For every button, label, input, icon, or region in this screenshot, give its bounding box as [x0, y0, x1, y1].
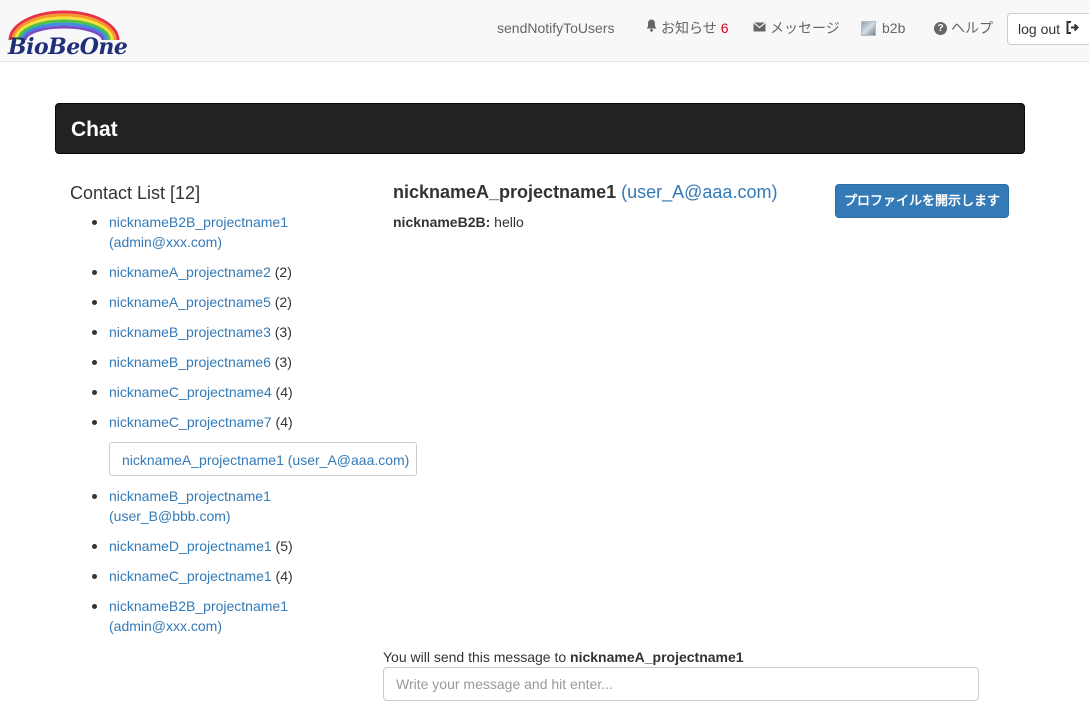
- message-input[interactable]: [383, 667, 979, 701]
- notices-count-badge: 6: [720, 20, 729, 36]
- contact-name: nicknameB2B_projectname1: [109, 598, 288, 614]
- unread-count: (3): [274, 354, 292, 370]
- contact-link[interactable]: nicknameB2B_projectname1 (admin@xxx.com): [109, 214, 288, 250]
- nav-send-notify-label: sendNotifyToUsers: [497, 20, 615, 36]
- send-target-note: You will send this message to nicknameA_…: [383, 649, 744, 665]
- contact-item: nicknameD_projectname1 (5): [91, 536, 421, 556]
- nav-user[interactable]: b2b: [861, 0, 905, 56]
- contact-item: nicknameA_projectname2 (2): [91, 262, 421, 282]
- chat-panel-header: Chat: [55, 103, 1025, 154]
- active-contact-label: nicknameA_projectname1 (user_A@aaa.com): [122, 452, 410, 468]
- contact-item: nicknameB_projectname1 (user_B@bbb.com): [91, 486, 421, 526]
- contact-email: (admin@xxx.com): [109, 234, 223, 250]
- unread-count: (3): [274, 324, 292, 340]
- contact-name: nicknameB2B_projectname1: [109, 214, 288, 230]
- contact-item: nicknameB2B_projectname1 (admin@xxx.com): [91, 212, 421, 252]
- nav-help-label: ヘルプ: [951, 20, 993, 36]
- recipient-name: nicknameA_projectname1: [393, 182, 617, 202]
- logo-text: BioBeOne: [8, 34, 128, 60]
- unread-count: (4): [275, 568, 293, 584]
- contact-link[interactable]: nicknameA_projectname2: [109, 264, 271, 280]
- contact-link[interactable]: nicknameB_projectname1 (user_B@bbb.com): [109, 488, 271, 524]
- contact-link[interactable]: nicknameB2B_projectname1 (admin@xxx.com): [109, 598, 288, 634]
- question-circle-icon: ?: [934, 21, 947, 35]
- contact-link[interactable]: nicknameD_projectname1: [109, 538, 272, 554]
- unread-count: (4): [275, 384, 293, 400]
- contact-item: nicknameC_projectname7 (4): [91, 412, 421, 432]
- contact-item: nicknameB2B_projectname1 (admin@xxx.com): [91, 596, 421, 636]
- chat-recipient-heading: nicknameA_projectname1 (user_A@aaa.com): [393, 182, 777, 203]
- brand-logo[interactable]: BioBeOne: [6, 10, 128, 62]
- chat-message: nicknameB2B: hello: [393, 214, 524, 230]
- logout-label: log out: [1018, 21, 1061, 37]
- nav-messages[interactable]: メッセージ: [753, 0, 840, 56]
- unread-count: (2): [274, 294, 292, 310]
- logout-icon: [1066, 21, 1080, 37]
- message-sender: nicknameB2B:: [393, 214, 491, 230]
- contact-item: nicknameC_projectname4 (4): [91, 382, 421, 402]
- contact-link[interactable]: nicknameC_projectname4: [109, 384, 272, 400]
- contact-item: nicknameB_projectname6 (3): [91, 352, 421, 372]
- unread-count: (2): [274, 264, 292, 280]
- nav-user-label: b2b: [882, 20, 906, 36]
- disclose-profile-button[interactable]: プロファイルを開示します: [835, 184, 1009, 218]
- contact-link[interactable]: nicknameC_projectname1: [109, 568, 272, 584]
- contact-email: (admin@xxx.com): [109, 618, 223, 634]
- contact-link[interactable]: nicknameC_projectname7: [109, 414, 272, 430]
- logout-button[interactable]: log out: [1007, 13, 1089, 45]
- contact-link[interactable]: nicknameB_projectname6: [109, 354, 271, 370]
- nav-send-notify[interactable]: sendNotifyToUsers: [497, 0, 615, 56]
- active-contact-item[interactable]: nicknameA_projectname1 (user_A@aaa.com): [109, 442, 417, 476]
- contact-list-title: Contact List [12]: [70, 183, 201, 203]
- unread-count: (5): [275, 538, 293, 554]
- contact-email: (user_B@bbb.com): [109, 508, 231, 524]
- contact-link[interactable]: nicknameB_projectname3: [109, 324, 271, 340]
- contact-name: nicknameB_projectname1: [109, 488, 271, 504]
- contact-item: nicknameB_projectname3 (3): [91, 322, 421, 342]
- envelope-icon: [753, 0, 766, 56]
- nav-notices-label: お知らせ: [661, 20, 717, 36]
- recipient-email-link[interactable]: (user_A@aaa.com): [621, 182, 777, 202]
- contact-item: nicknameC_projectname1 (4): [91, 566, 421, 586]
- bell-icon: [646, 0, 657, 56]
- nav-notices[interactable]: お知らせ 6: [646, 0, 729, 56]
- page-title: Chat: [71, 118, 118, 141]
- send-note-target: nicknameA_projectname1: [570, 649, 744, 665]
- send-note-prefix: You will send this message to: [383, 649, 567, 665]
- avatar: [861, 20, 876, 36]
- contact-item: nicknameA_projectname5 (2): [91, 292, 421, 312]
- nav-help[interactable]: ? ヘルプ: [934, 0, 993, 56]
- message-text: hello: [494, 214, 524, 230]
- contact-list: nicknameB2B_projectname1 (admin@xxx.com) …: [91, 212, 421, 646]
- top-navbar: BioBeOne sendNotifyToUsers お知らせ 6 メッセージ b…: [0, 0, 1089, 62]
- nav-messages-label: メッセージ: [770, 20, 840, 36]
- unread-count: (4): [275, 414, 293, 430]
- contact-link[interactable]: nicknameA_projectname5: [109, 294, 271, 310]
